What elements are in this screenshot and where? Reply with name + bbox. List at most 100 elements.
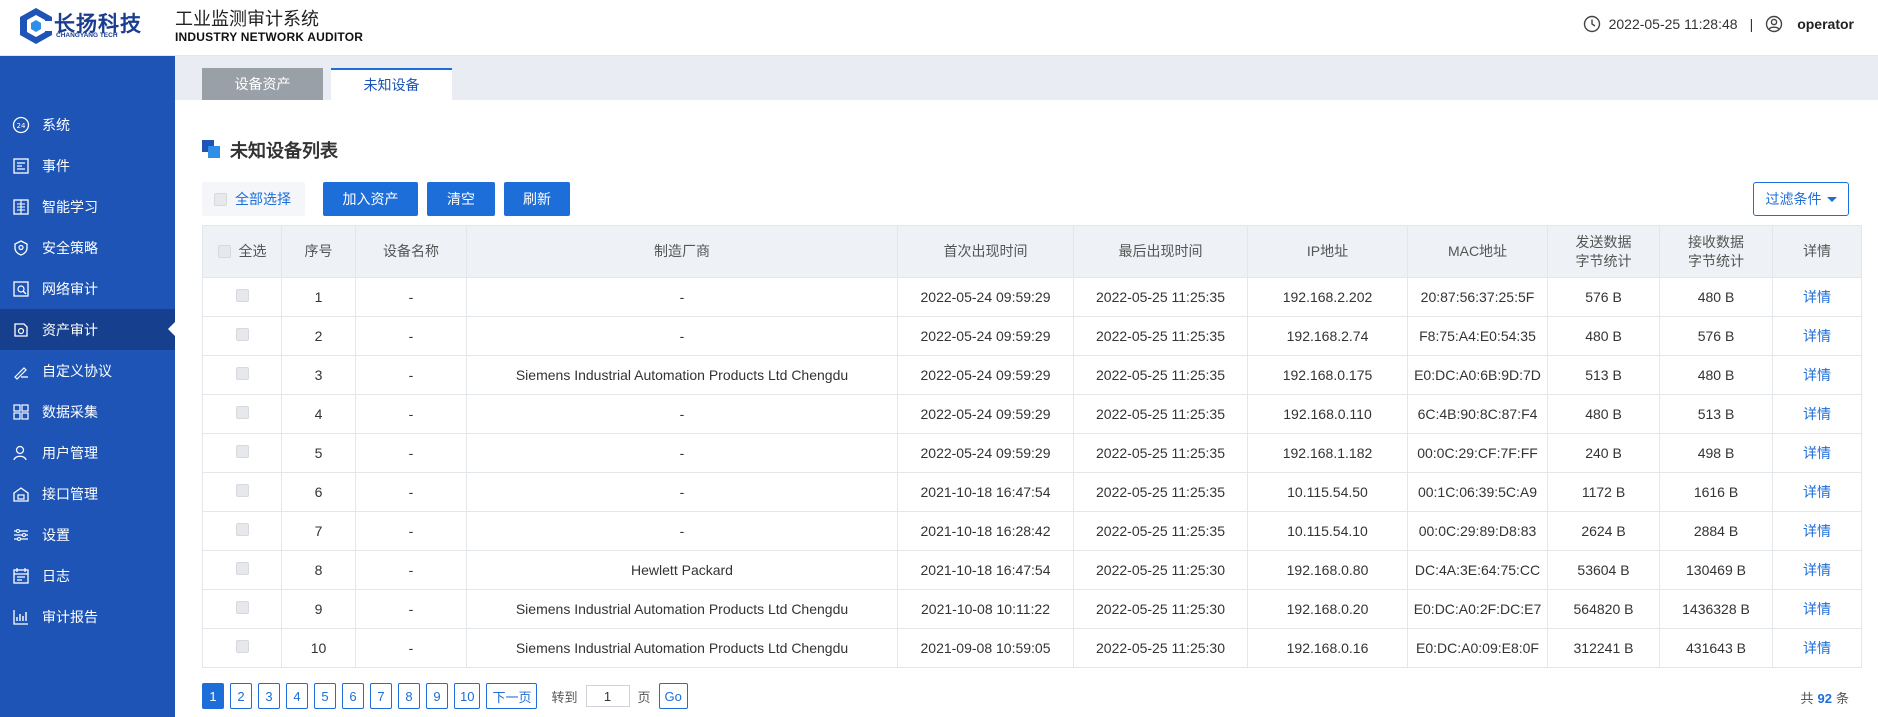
sidebar-item-interface-management[interactable]: 接口管理	[0, 473, 175, 514]
total-number: 92	[1817, 691, 1832, 706]
page-button-8[interactable]: 8	[398, 683, 420, 709]
sidebar-item-asset-audit[interactable]: 资产审计	[0, 309, 175, 350]
tab-device-assets[interactable]: 设备资产	[202, 68, 323, 100]
cell-last-seen: 2022-05-25 11:25:35	[1073, 511, 1248, 551]
detail-link[interactable]: 详情	[1772, 511, 1862, 551]
add-asset-button[interactable]: 加入资产	[323, 182, 418, 216]
header-checkbox[interactable]	[217, 245, 231, 258]
page-button-5[interactable]: 5	[314, 683, 336, 709]
cell-last-seen: 2022-05-25 11:25:35	[1073, 316, 1248, 356]
page-button-6[interactable]: 6	[342, 683, 364, 709]
sidebar-item-system[interactable]: 24 系统	[0, 104, 175, 145]
header-sent-line1: 发送数据	[1575, 233, 1632, 250]
sidebar-item-label: 网络审计	[42, 280, 98, 297]
app-title-en: INDUSTRY NETWORK AUDITOR	[175, 30, 364, 44]
sidebar-item-network-audit[interactable]: 网络审计	[0, 268, 175, 309]
sidebar-item-audit-report[interactable]: 审计报告	[0, 596, 175, 637]
cell-sent: 53604 B	[1547, 550, 1660, 590]
row-checkbox-cell[interactable]	[202, 589, 282, 629]
row-checkbox[interactable]	[235, 289, 249, 302]
changyang-logo-icon	[20, 8, 54, 44]
row-checkbox[interactable]	[235, 562, 249, 575]
page-button-4[interactable]: 4	[286, 683, 308, 709]
row-checkbox[interactable]	[235, 640, 249, 653]
table-row: 2- -2022-05-24 09:59:29 2022-05-25 11:25:3…	[202, 316, 1862, 356]
cell-sent: 480 B	[1547, 316, 1660, 356]
detail-link[interactable]: 详情	[1772, 355, 1862, 395]
row-checkbox[interactable]	[235, 406, 249, 419]
cell-last-seen: 2022-05-25 11:25:30	[1073, 550, 1248, 590]
row-checkbox-cell[interactable]	[202, 394, 282, 434]
select-all-label: 全部选择	[235, 191, 291, 207]
clear-button[interactable]: 清空	[427, 182, 495, 216]
detail-link[interactable]: 详情	[1772, 472, 1862, 512]
table-row: 8- Hewlett Packard 2021-10-18 16:47:54 2022…	[202, 550, 1862, 590]
page-button-2[interactable]: 2	[230, 683, 252, 709]
cell-vendor: -	[466, 433, 898, 473]
row-checkbox-cell[interactable]	[202, 550, 282, 590]
detail-link[interactable]: 详情	[1772, 316, 1862, 356]
sidebar-item-custom-protocol[interactable]: 自定义协议	[0, 350, 175, 391]
row-checkbox[interactable]	[235, 328, 249, 341]
header-select-all[interactable]: 全选	[202, 225, 282, 278]
select-all-checkbox[interactable]	[214, 192, 227, 206]
page-button-3[interactable]: 3	[258, 683, 280, 709]
row-checkbox-cell[interactable]	[202, 511, 282, 551]
row-checkbox[interactable]	[235, 523, 249, 536]
row-checkbox[interactable]	[235, 484, 249, 497]
next-page-button[interactable]: 下一页	[486, 683, 538, 709]
header-index: 序号	[281, 225, 356, 278]
sidebar-item-settings[interactable]: 设置	[0, 514, 175, 555]
sidebar-item-events[interactable]: 事件	[0, 145, 175, 186]
asset-audit-icon	[12, 321, 30, 339]
page-button-9[interactable]: 9	[426, 683, 448, 709]
page-button-7[interactable]: 7	[370, 683, 392, 709]
detail-link[interactable]: 详情	[1772, 589, 1862, 629]
detail-link[interactable]: 详情	[1772, 550, 1862, 590]
row-checkbox[interactable]	[235, 367, 249, 380]
row-checkbox-cell[interactable]	[202, 433, 282, 473]
sidebar-item-user-management[interactable]: 用户管理	[0, 432, 175, 473]
table-row: 3- Siemens Industrial Automation Products…	[202, 355, 1862, 395]
report-icon	[12, 608, 30, 626]
row-checkbox-cell[interactable]	[202, 355, 282, 395]
cell-ip: 192.168.2.74	[1247, 316, 1408, 356]
sidebar-item-learning[interactable]: 智能学习	[0, 186, 175, 227]
header-recv-line2: 字节统计	[1688, 252, 1744, 269]
row-checkbox-cell[interactable]	[202, 277, 282, 317]
detail-link[interactable]: 详情	[1772, 394, 1862, 434]
detail-link[interactable]: 详情	[1772, 628, 1862, 668]
page-button-1[interactable]: 1	[202, 683, 224, 709]
user-avatar-icon[interactable]	[1765, 15, 1783, 33]
row-checkbox-cell[interactable]	[202, 316, 282, 356]
user-icon	[12, 444, 30, 462]
sidebar-item-log[interactable]: 日志	[0, 555, 175, 596]
header-username[interactable]: operator	[1797, 16, 1854, 32]
filter-conditions-button[interactable]: 过滤条件	[1753, 182, 1849, 216]
row-checkbox-cell[interactable]	[202, 472, 282, 512]
cell-sent: 240 B	[1547, 433, 1660, 473]
sidebar-item-data-collection[interactable]: 数据采集	[0, 391, 175, 432]
cell-mac: DC:4A:3E:64:75:CC	[1407, 550, 1548, 590]
go-button[interactable]: Go	[658, 683, 688, 709]
cell-mac: 00:0C:29:CF:7F:FF	[1407, 433, 1548, 473]
table-row: 7- -2021-10-18 16:28:42 2022-05-25 11:25:3…	[202, 511, 1862, 551]
detail-link[interactable]: 详情	[1772, 277, 1862, 317]
refresh-button[interactable]: 刷新	[504, 182, 570, 216]
sidebar-item-security-policy[interactable]: 安全策略	[0, 227, 175, 268]
row-checkbox[interactable]	[235, 445, 249, 458]
detail-link[interactable]: 详情	[1772, 433, 1862, 473]
goto-page-input[interactable]: 1	[585, 685, 630, 707]
page-button-10[interactable]: 10	[454, 683, 481, 709]
cell-first-seen: 2021-10-18 16:47:54	[897, 550, 1074, 590]
tab-unknown-devices[interactable]: 未知设备	[331, 68, 452, 100]
row-checkbox[interactable]	[235, 601, 249, 614]
row-checkbox-cell[interactable]	[202, 628, 282, 668]
settings-icon	[12, 526, 30, 544]
table-row: 9- Siemens Industrial Automation Products…	[202, 589, 1862, 629]
cell-last-seen: 2022-05-25 11:25:35	[1073, 355, 1248, 395]
header-separator: |	[1749, 16, 1754, 32]
chevron-down-icon	[1826, 196, 1837, 202]
select-all-button[interactable]: 全部选择	[202, 182, 305, 216]
header-datetime: 2022-05-25 11:28:48	[1608, 16, 1738, 32]
